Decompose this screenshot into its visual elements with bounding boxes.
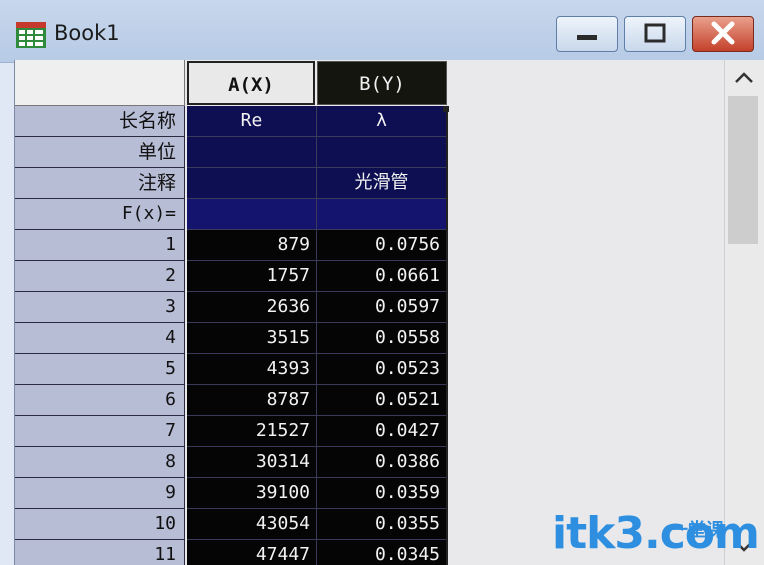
- close-icon: [711, 21, 735, 45]
- data-cell-a[interactable]: 21527: [187, 416, 317, 447]
- row-number[interactable]: 11: [15, 540, 185, 565]
- cell-b-long-name[interactable]: λ: [317, 106, 447, 137]
- worksheet-grid: A(X) B(Y) 长名称 Re λ 单位 注释 光滑管 F(x)= 1 879…: [14, 60, 725, 565]
- scroll-thumb[interactable]: [728, 96, 758, 244]
- selection-handle[interactable]: [443, 106, 449, 112]
- data-cell-b[interactable]: 0.0756: [317, 230, 447, 261]
- row-number[interactable]: 6: [15, 385, 185, 416]
- data-cell-a[interactable]: 4393: [187, 354, 317, 385]
- data-cell-a[interactable]: 47447: [187, 540, 317, 565]
- row-number[interactable]: 8: [15, 447, 185, 478]
- row-label-comments[interactable]: 注释: [15, 168, 185, 199]
- cell-b-comments[interactable]: 光滑管: [317, 168, 447, 199]
- data-cell-b[interactable]: 0.0523: [317, 354, 447, 385]
- row-label-long-name[interactable]: 长名称: [15, 106, 185, 137]
- data-cell-a[interactable]: 1757: [187, 261, 317, 292]
- column-header-b[interactable]: B(Y): [317, 61, 447, 105]
- watermark-sub: 一堂课: [670, 520, 724, 541]
- row-number[interactable]: 1: [15, 230, 185, 261]
- close-button[interactable]: [692, 16, 754, 52]
- data-cell-b[interactable]: 0.0345: [317, 540, 447, 565]
- cell-b-units[interactable]: [317, 137, 447, 168]
- cell-a-fx[interactable]: [187, 199, 317, 230]
- data-cell-b[interactable]: 0.0558: [317, 323, 447, 354]
- maximize-icon: [644, 23, 666, 43]
- grid-corner[interactable]: [15, 60, 185, 106]
- row-number[interactable]: 2: [15, 261, 185, 292]
- row-number[interactable]: 4: [15, 323, 185, 354]
- window-title: Book1: [54, 21, 120, 45]
- row-number[interactable]: 10: [15, 509, 185, 540]
- worksheet-icon: [16, 22, 46, 48]
- title-bar: Book1: [0, 0, 764, 63]
- row-number[interactable]: 3: [15, 292, 185, 323]
- data-cell-b[interactable]: 0.0597: [317, 292, 447, 323]
- data-cell-a[interactable]: 8787: [187, 385, 317, 416]
- watermark-logo: itk3.com: [552, 508, 760, 559]
- data-cell-a[interactable]: 39100: [187, 478, 317, 509]
- row-number[interactable]: 9: [15, 478, 185, 509]
- selection-border: [446, 106, 448, 565]
- row-label-units[interactable]: 单位: [15, 137, 185, 168]
- data-cell-a[interactable]: 43054: [187, 509, 317, 540]
- scroll-up-icon[interactable]: [725, 62, 763, 94]
- vertical-scrollbar[interactable]: [724, 60, 764, 565]
- minimize-button[interactable]: [556, 16, 618, 52]
- cell-a-units[interactable]: [187, 137, 317, 168]
- row-number[interactable]: 7: [15, 416, 185, 447]
- data-cell-b[interactable]: 0.0359: [317, 478, 447, 509]
- data-cell-a[interactable]: 2636: [187, 292, 317, 323]
- column-header-a[interactable]: A(X): [187, 61, 315, 105]
- data-cell-b[interactable]: 0.0427: [317, 416, 447, 447]
- data-cell-a[interactable]: 3515: [187, 323, 317, 354]
- cell-a-comments[interactable]: [187, 168, 317, 199]
- data-cell-b[interactable]: 0.0355: [317, 509, 447, 540]
- maximize-button[interactable]: [624, 16, 686, 52]
- data-cell-b[interactable]: 0.0521: [317, 385, 447, 416]
- minimize-icon: [577, 35, 597, 40]
- cell-b-fx[interactable]: [317, 199, 447, 230]
- row-number[interactable]: 5: [15, 354, 185, 385]
- cell-a-long-name[interactable]: Re: [187, 106, 317, 137]
- data-cell-b[interactable]: 0.0661: [317, 261, 447, 292]
- data-cell-a[interactable]: 30314: [187, 447, 317, 478]
- data-cell-b[interactable]: 0.0386: [317, 447, 447, 478]
- data-cell-a[interactable]: 879: [187, 230, 317, 261]
- row-label-fx[interactable]: F(x)=: [15, 199, 185, 230]
